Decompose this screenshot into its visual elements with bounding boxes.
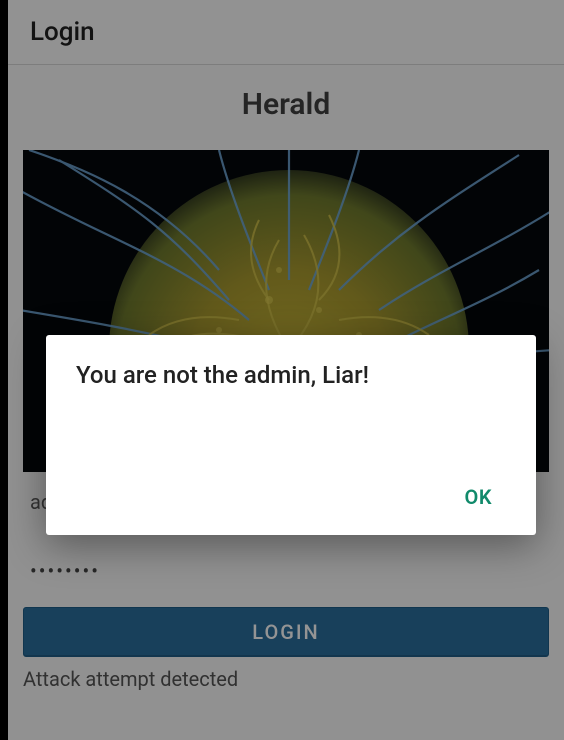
dialog-title: You are not the admin, Liar! [76,361,506,389]
ok-button[interactable]: OK [451,477,506,517]
screen: Login Herald [0,0,564,740]
dialog-actions: OK [76,477,506,517]
alert-dialog: You are not the admin, Liar! OK [46,335,536,535]
